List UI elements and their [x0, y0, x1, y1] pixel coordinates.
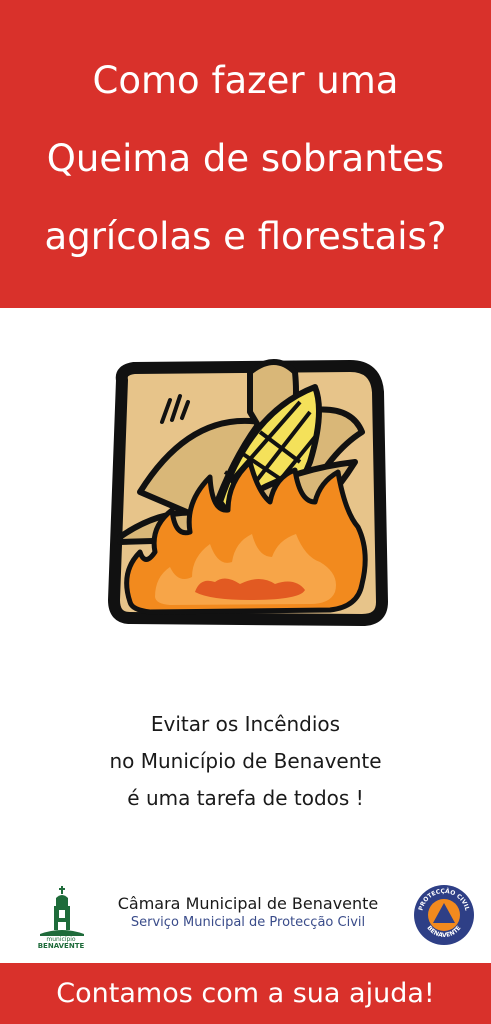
title-line-3: agrícolas e florestais?: [44, 215, 447, 258]
slogan-line-3: é uma tarefa de todos !: [127, 786, 364, 810]
municipality-logo-big: BENAVENTE: [37, 942, 85, 950]
bottom-banner: Contamos com a sua ajuda!: [0, 963, 491, 1024]
slogan: Evitar os Incêndios no Município de Bena…: [0, 706, 491, 817]
bottom-banner-text: Contamos com a sua ajuda!: [56, 978, 435, 1009]
organization-name: Câmara Municipal de Benavente: [117, 894, 379, 913]
civil-protection-emblem-icon: PROTECÇÃO CIVIL BENAVENTE: [414, 885, 474, 945]
municipality-logo-caption: município BENAVENTE: [30, 936, 92, 950]
slogan-line-2: no Município de Benavente: [109, 749, 382, 773]
organization-service: Serviço Municipal de Protecção Civil: [130, 915, 366, 930]
title-line-1: Como fazer uma: [92, 59, 399, 102]
title-line-2: Queima de sobrantes: [46, 137, 445, 180]
header-banner: Como fazer uma Queima de sobrantes agríc…: [0, 0, 491, 308]
page-title: Como fazer uma Queima de sobrantes agríc…: [45, 32, 447, 276]
slogan-line-1: Evitar os Incêndios: [150, 712, 341, 736]
corn-on-fire-icon: [108, 359, 388, 626]
footer-organization: município BENAVENTE Câmara Municipal de …: [0, 878, 491, 954]
organization-text: Câmara Municipal de Benavente Serviço Mu…: [98, 894, 398, 932]
